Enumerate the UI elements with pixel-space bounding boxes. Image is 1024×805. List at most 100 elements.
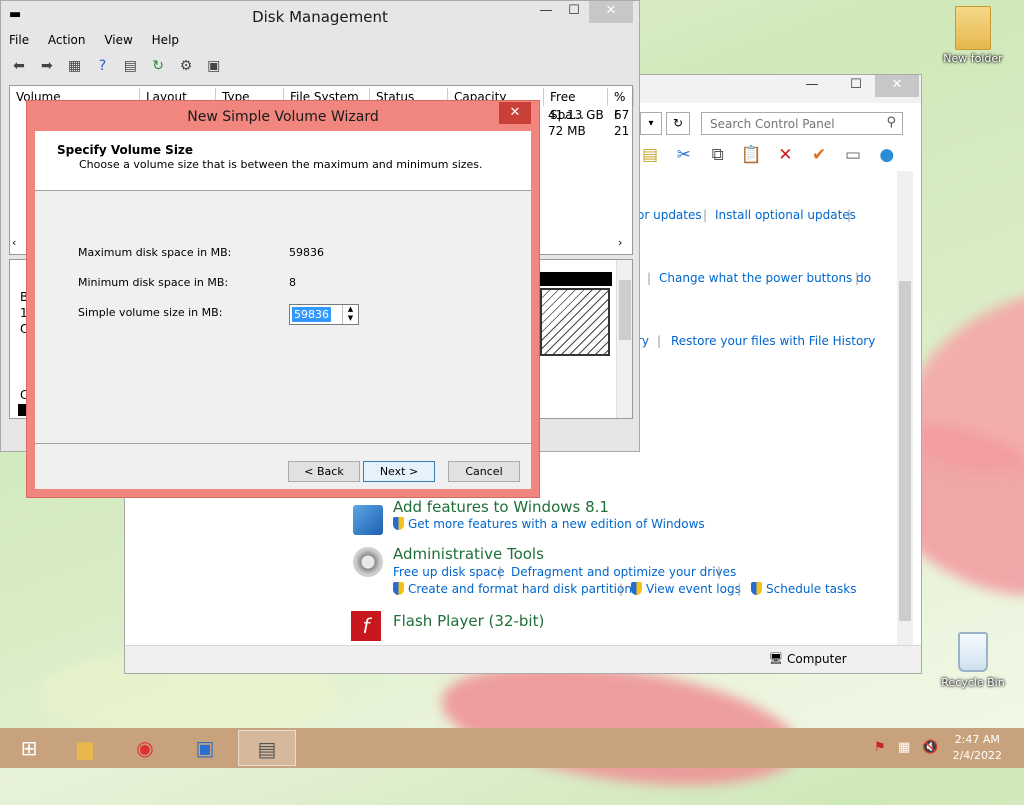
recycle-bin-icon <box>958 632 988 672</box>
next-button[interactable]: Next > <box>363 461 435 482</box>
help-icon[interactable]: ? <box>92 56 112 76</box>
folder-icon <box>955 6 991 50</box>
menu-file[interactable]: File <box>9 33 29 47</box>
clock-time: 2:47 AM <box>954 733 1000 746</box>
back-button[interactable]: < Back <box>288 461 360 482</box>
shield-icon <box>393 517 404 530</box>
link-event-logs[interactable]: View event logs <box>631 582 741 596</box>
link-optional-updates[interactable]: Install optional updates <box>715 208 856 222</box>
volume-size-stepper[interactable]: 59836 ▲ ▼ <box>289 304 359 325</box>
table-cell-free: 72 MB <box>548 124 586 138</box>
stepper-arrows[interactable]: ▲ ▼ <box>342 305 358 324</box>
maximize-button[interactable]: ☐ <box>841 75 871 97</box>
separator: | <box>647 271 652 285</box>
toolbar: ⬅ ➡ ▦ ? ▤ ↻ ⚙ ▣ <box>9 56 228 80</box>
desktop-icon-new-folder[interactable]: New folder <box>938 6 1008 65</box>
wizard-header: Specify Volume Size Choose a volume size… <box>35 131 531 191</box>
disk-management-taskbar-icon[interactable]: ▤ <box>238 730 296 766</box>
add-features-icon <box>353 505 383 535</box>
separator: | <box>657 334 662 348</box>
vertical-scrollbar[interactable] <box>616 260 632 418</box>
volume-size-input[interactable]: 59836 <box>292 307 331 322</box>
refresh-icon[interactable]: ↻ <box>666 112 690 135</box>
rescan-icon[interactable]: ▣ <box>204 56 224 76</box>
view-icon[interactable]: ▤ <box>120 56 140 76</box>
shield-icon <box>751 582 762 595</box>
link-restore-files[interactable]: Restore your files with File History <box>671 334 875 348</box>
new-simple-volume-wizard: New Simple Volume Wizard ✕ Specify Volum… <box>26 100 540 498</box>
wizard-title: New Simple Volume Wizard <box>187 109 379 125</box>
scroll-right-arrow[interactable]: › <box>618 236 622 249</box>
volume-muted-icon[interactable]: 🔇 <box>922 740 938 755</box>
unallocated-bar <box>540 272 612 286</box>
link-updates[interactable]: or updates <box>637 208 702 222</box>
max-disk-space-value: 59836 <box>289 246 324 259</box>
back-arrow-icon[interactable]: ⬅ <box>9 56 29 76</box>
address-dropdown[interactable]: ▾ <box>640 112 662 135</box>
control-panel-icon[interactable]: ▣ <box>176 730 234 766</box>
search-icon[interactable]: ⚲ <box>886 115 896 130</box>
console-tree-icon[interactable]: ▦ <box>65 56 85 76</box>
divider <box>35 443 531 444</box>
cancel-button[interactable]: Cancel <box>448 461 520 482</box>
refresh-icon[interactable]: ↻ <box>148 56 168 76</box>
separator: | <box>703 208 708 222</box>
properties-icon[interactable]: ▤ <box>637 145 663 165</box>
file-explorer-icon[interactable]: ▆ <box>56 730 114 766</box>
link-get-more-features[interactable]: Get more features with a new edition of … <box>393 517 705 531</box>
scroll-left-arrow[interactable]: ‹ <box>12 236 16 249</box>
wizard-heading: Specify Volume Size <box>57 143 194 157</box>
copy-icon[interactable]: ⧉ <box>705 145 731 165</box>
link-power-buttons[interactable]: Change what the power buttons do <box>659 271 871 285</box>
desktop-icon-label: New folder <box>943 52 1003 65</box>
menu-action[interactable]: Action <box>48 33 86 47</box>
system-clock[interactable]: 2:47 AM 2/4/2022 <box>953 732 1002 764</box>
computer-icon: 🖥 <box>769 652 783 665</box>
chrome-icon[interactable]: ◉ <box>116 730 174 766</box>
chevron-up-icon[interactable]: ▲ <box>343 305 358 314</box>
menu-help[interactable]: Help <box>152 33 179 47</box>
link-schedule-tasks[interactable]: Schedule tasks <box>751 582 856 596</box>
network-icon[interactable]: ▦ <box>898 740 910 755</box>
rename-icon[interactable]: ▭ <box>840 145 866 165</box>
link-free-disk-space[interactable]: Free up disk space <box>393 565 505 579</box>
properties-icon[interactable]: ⚙ <box>176 56 196 76</box>
check-icon[interactable]: ✔ <box>806 145 832 165</box>
heading-add-features[interactable]: Add features to Windows 8.1 <box>393 498 609 516</box>
start-button[interactable]: ⊞ <box>0 730 58 766</box>
menu-view[interactable]: View <box>104 33 132 47</box>
link-defragment[interactable]: Defragment and optimize your drives <box>511 565 736 579</box>
forward-arrow-icon[interactable]: ➡ <box>37 56 57 76</box>
search-input[interactable] <box>702 113 872 134</box>
delete-icon[interactable]: ✕ <box>772 145 798 165</box>
separator: | <box>498 565 503 579</box>
search-box[interactable]: ⚲ <box>701 112 903 135</box>
vertical-scrollbar[interactable] <box>897 171 913 645</box>
close-button[interactable]: ✕ <box>875 75 919 97</box>
unallocated-partition[interactable] <box>540 288 610 356</box>
scrollbar-thumb[interactable] <box>899 281 911 621</box>
chevron-down-icon[interactable]: ▼ <box>343 314 358 323</box>
minimize-button[interactable]: — <box>531 1 561 23</box>
minimize-button[interactable]: — <box>797 75 827 97</box>
separator: | <box>737 582 742 596</box>
heading-admin-tools[interactable]: Administrative Tools <box>393 545 544 563</box>
desktop-icon-recycle-bin[interactable]: Recycle Bin <box>938 632 1008 689</box>
link-create-partitions[interactable]: Create and format hard disk partitions <box>393 582 638 596</box>
status-bar: 🖥 Computer <box>125 645 921 673</box>
disk-management-titlebar: ▬ Disk Management — ☐ ✕ <box>1 1 639 31</box>
globe-icon[interactable]: ● <box>874 145 900 165</box>
heading-flash-player[interactable]: Flash Player (32-bit) <box>393 612 544 630</box>
cut-icon[interactable]: ✂ <box>671 145 697 165</box>
volume-size-label: Simple volume size in MB: <box>78 306 223 319</box>
action-center-flag-icon[interactable]: ⚑ <box>874 740 886 755</box>
maximize-button[interactable]: ☐ <box>559 1 589 23</box>
scrollbar-thumb[interactable] <box>619 280 631 340</box>
column-header-percent-free[interactable]: % F <box>608 88 634 122</box>
control-panel-toolbar: ▤ ✂ ⧉ 📋 ✕ ✔ ▭ ● <box>637 145 904 171</box>
min-disk-space-value: 8 <box>289 276 296 289</box>
close-button[interactable]: ✕ <box>589 1 633 23</box>
column-header-free-space[interactable]: Free Spa... <box>544 88 608 122</box>
paste-icon[interactable]: 📋 <box>738 145 764 165</box>
close-button[interactable]: ✕ <box>499 102 531 124</box>
